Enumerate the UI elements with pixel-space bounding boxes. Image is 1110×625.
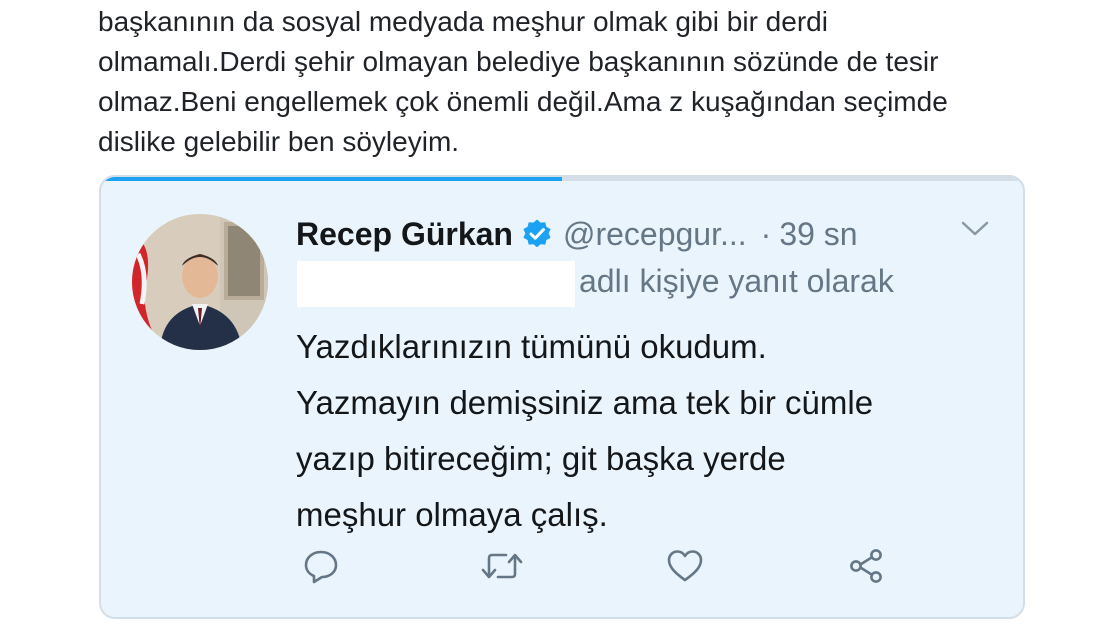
tweet-body-line: Yazdıklarınızın tümünü okudum. [296,328,767,365]
parent-tweet-line: olmaz.Beni engellemek çok önemli değil.A… [98,86,948,117]
verified-badge-icon [521,218,553,250]
tweet-body: Yazdıklarınızın tümünü okudum. Yazmayın … [296,319,996,543]
tweet-body-line: meşhur olmaya çalış. [296,496,608,533]
tweet-header: Recep Gürkan @recepgur... · 39 sn [296,211,858,257]
tweet-body-line: Yazmayın demişsiniz ama tek bir cümle [296,384,874,421]
parent-tweet-line: başkanının da sosyal medyada meşhur olma… [98,6,828,37]
tweet-body-line: yazıp bitireceğim; git başka yerde [296,440,786,477]
reply-context: adlı kişiye yanıt olarak [579,263,894,299]
tweet-actions [101,544,1023,588]
separator: · [760,215,772,252]
reply-tweet-card[interactable]: Recep Gürkan @recepgur... · 39 sn adlı k… [99,175,1025,619]
redacted-username [297,261,575,307]
loading-progress-fill [101,177,562,181]
like-button[interactable] [663,544,707,588]
share-button[interactable] [844,544,888,588]
tweet-time[interactable]: 39 sn [779,216,857,253]
heart-icon [665,546,705,586]
retweet-button[interactable] [480,544,524,588]
loading-progress-bar [101,177,1023,181]
retweet-icon [480,546,524,586]
author-handle[interactable]: @recepgur... [563,216,747,253]
parent-tweet-text: başkanının da sosyal medyada meşhur olma… [98,2,1058,162]
comment-icon [301,546,341,586]
chevron-down-icon[interactable] [959,217,991,241]
author-name[interactable]: Recep Gürkan [296,216,513,253]
parent-tweet-line: olmamalı.Derdi şehir olmayan belediye ba… [98,46,939,77]
parent-tweet-line: dislike gelebilir ben söyleyim. [98,126,460,157]
avatar[interactable] [132,214,268,350]
share-icon [846,546,886,586]
reply-button[interactable] [299,544,343,588]
